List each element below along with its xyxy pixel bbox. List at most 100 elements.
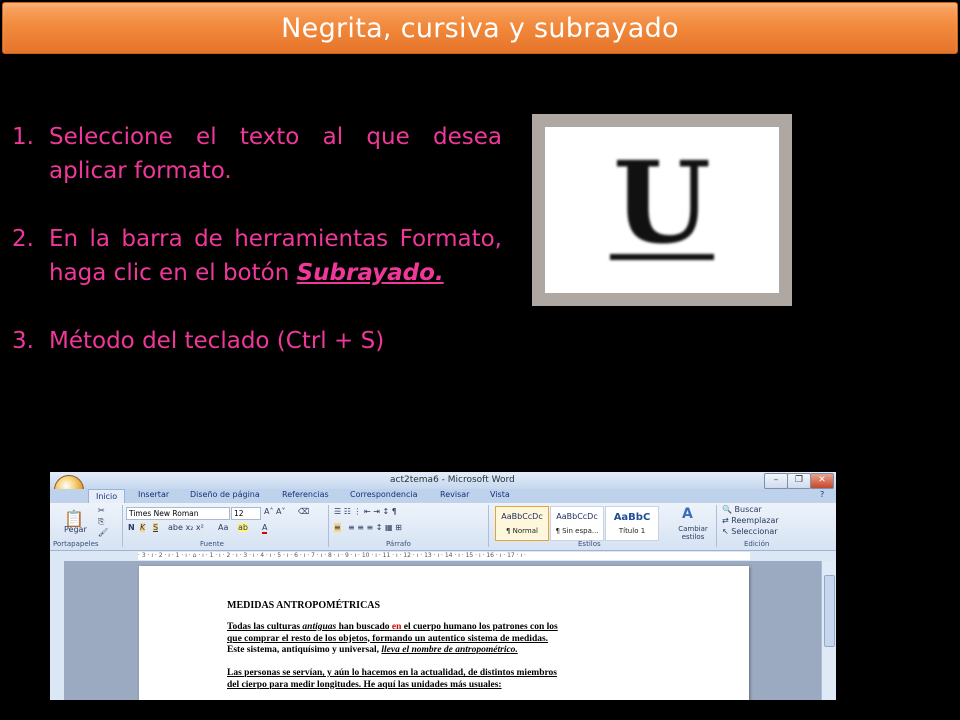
- align-center-icon[interactable]: ≡ ≡ ≡ ↕ ▦ ⊞: [348, 523, 402, 532]
- tab-insertar[interactable]: Insertar: [138, 490, 169, 499]
- group-label: Párrafo: [386, 540, 411, 548]
- font-size-select[interactable]: 12: [231, 507, 261, 520]
- align-left-icon[interactable]: ≡: [334, 523, 341, 532]
- scrollbar-thumb[interactable]: [824, 575, 835, 647]
- separator: [488, 505, 489, 547]
- style-title-1[interactable]: AaBbC Título 1: [605, 506, 659, 541]
- list-text: Método del teclado (Ctrl + S): [49, 328, 385, 354]
- list-item: 2. En la barra de herramientas Formato, …: [12, 222, 502, 290]
- list-number: 3.: [12, 328, 34, 354]
- underline-icon-image: U: [532, 114, 792, 306]
- doc-paragraph-2: Las personas se servían, y aún lo hacemo…: [227, 668, 657, 691]
- bold-icon[interactable]: N: [128, 523, 135, 532]
- list-number: 2.: [12, 226, 34, 252]
- doc-text: han buscado: [336, 622, 392, 632]
- word-window: act2tema6 - Microsoft Word – ❐ ✕ Inicio …: [50, 472, 836, 700]
- doc-text: lleva el nombre de antropométrico.: [381, 645, 518, 655]
- tab-diseno[interactable]: Diseño de página: [190, 490, 260, 499]
- doc-text: el cuerpo humano los patrones con los: [401, 622, 558, 632]
- subrayado-emphasis: Subrayado.: [296, 260, 444, 286]
- separator: [122, 505, 123, 547]
- style-name: ¶ Sin espa...: [555, 527, 599, 535]
- doc-text: en: [391, 622, 402, 632]
- doc-text: Todas las culturas: [227, 622, 303, 632]
- style-name: ¶ Normal: [505, 527, 538, 535]
- underline-icon: U: [610, 150, 714, 269]
- group-label: Estilos: [578, 540, 601, 548]
- underline-button[interactable]: S: [153, 523, 159, 532]
- style-name: Título 1: [618, 527, 646, 535]
- slide-title: Negrita, cursiva y subrayado: [281, 12, 679, 44]
- group-label: Edición: [744, 540, 770, 548]
- bullets-icon[interactable]: ☰ ☷ ⋮ ⇤ ⇥ ↕ ¶: [334, 507, 397, 516]
- format-painter-icon[interactable]: 🖌: [98, 528, 108, 537]
- close-button[interactable]: ✕: [810, 473, 834, 489]
- tab-revisar[interactable]: Revisar: [440, 490, 469, 499]
- style-preview: AaBbC: [613, 512, 651, 523]
- strikethrough-icon[interactable]: abe x₂ x²: [168, 523, 204, 532]
- tab-vista[interactable]: Vista: [490, 490, 510, 499]
- list-number: 1.: [12, 124, 34, 150]
- doc-heading: MEDIDAS ANTROPOMÉTRICAS: [227, 600, 381, 611]
- list-item: 1. Seleccione el texto al que desea apli…: [12, 120, 502, 188]
- slide-title-bar: Negrita, cursiva y subrayado: [2, 2, 958, 54]
- underline-bar: [610, 254, 714, 260]
- document-page[interactable]: MEDIDAS ANTROPOMÉTRICAS Todas las cultur…: [139, 566, 749, 700]
- font-color-icon[interactable]: A: [262, 523, 268, 534]
- list-item: 3. Método del teclado (Ctrl + S): [12, 324, 502, 358]
- group-label: Fuente: [200, 540, 224, 548]
- style-preview: AaBbCcDc: [501, 512, 543, 521]
- doc-line: Las personas se servían, y aún lo hacemo…: [227, 668, 557, 678]
- tab-referencias[interactable]: Referencias: [282, 490, 329, 499]
- doc-line: que comprar el resto de los objetos, for…: [227, 633, 549, 644]
- doc-line: Este sistema, antiquísimo y universal, l…: [227, 645, 657, 657]
- separator: [328, 505, 329, 547]
- underline-icon-frame: U: [545, 127, 779, 293]
- vertical-scrollbar[interactable]: [821, 561, 836, 700]
- copy-icon[interactable]: ⎘: [98, 517, 104, 527]
- find-button[interactable]: 🔍 Buscar: [722, 505, 762, 514]
- grow-font-icon[interactable]: A˄ A˅: [264, 507, 286, 516]
- doc-line: del cierpo para medir longitudes. He aqu…: [227, 679, 502, 690]
- separator: [716, 505, 717, 547]
- doc-text: Este sistema, antiquísimo y universal,: [227, 645, 382, 655]
- maximize-button[interactable]: ❐: [787, 473, 811, 489]
- tab-inicio[interactable]: Inicio: [88, 489, 126, 503]
- list-text-wrapper: En la barra de herramientas Formato, hag…: [49, 222, 502, 290]
- doc-paragraph-1: Todas las culturas antiguas han buscado …: [227, 622, 657, 657]
- clear-format-icon[interactable]: ⌫: [298, 507, 309, 516]
- underline-letter: U: [613, 150, 711, 269]
- change-case-icon[interactable]: Aa: [218, 523, 228, 532]
- vertical-ruler: [50, 561, 64, 700]
- ruler-scale: · 3 · ı · 2 · ı · 1 · ı · ⌂ · ı · 1 · ı …: [138, 552, 750, 560]
- change-styles-button[interactable]: Cambiar estilos: [674, 525, 712, 541]
- doc-line: Todas las culturas antiguas han buscado …: [227, 622, 657, 634]
- horizontal-ruler: · 3 · ı · 2 · ı · 1 · ı · ⌂ · ı · 1 · ı …: [50, 551, 836, 561]
- ribbon-tabs: Inicio Insertar Diseño de página Referen…: [50, 489, 836, 503]
- paste-label[interactable]: Pegar: [64, 525, 87, 534]
- style-normal[interactable]: AaBbCcDc ¶ Normal: [495, 506, 549, 541]
- select-button[interactable]: ↖ Seleccionar: [722, 527, 778, 536]
- find-label: Buscar: [734, 505, 762, 514]
- doc-text: antiguas: [302, 622, 337, 632]
- select-label: Seleccionar: [731, 527, 778, 536]
- highlight-icon[interactable]: ab: [238, 523, 248, 532]
- italic-icon[interactable]: K: [140, 523, 146, 532]
- minimize-button[interactable]: –: [764, 473, 788, 489]
- style-no-spacing[interactable]: AaBbCcDc ¶ Sin espa...: [550, 506, 604, 541]
- instruction-list: 1. Seleccione el texto al que desea apli…: [12, 120, 502, 392]
- font-name-select[interactable]: Times New Roman: [126, 507, 230, 520]
- replace-button[interactable]: ⇄ Reemplazar: [722, 516, 779, 525]
- replace-label: Reemplazar: [731, 516, 779, 525]
- help-icon[interactable]: ?: [820, 490, 824, 499]
- window-title: act2tema6 - Microsoft Word: [390, 475, 515, 485]
- change-styles-icon[interactable]: A: [682, 506, 693, 522]
- cut-icon[interactable]: ✂: [98, 506, 105, 515]
- list-text: Seleccione el texto al que desea aplicar…: [49, 124, 502, 184]
- style-preview: AaBbCcDc: [556, 512, 598, 521]
- ribbon: 📋 Pegar ✂ ⎘ 🖌 Portapapeles Times New Rom…: [50, 503, 836, 551]
- group-label: Portapapeles: [53, 540, 99, 548]
- document-area: MEDIDAS ANTROPOMÉTRICAS Todas las cultur…: [64, 561, 822, 700]
- word-title-bar: act2tema6 - Microsoft Word – ❐ ✕: [50, 472, 836, 489]
- tab-correspondencia[interactable]: Correspondencia: [350, 490, 417, 499]
